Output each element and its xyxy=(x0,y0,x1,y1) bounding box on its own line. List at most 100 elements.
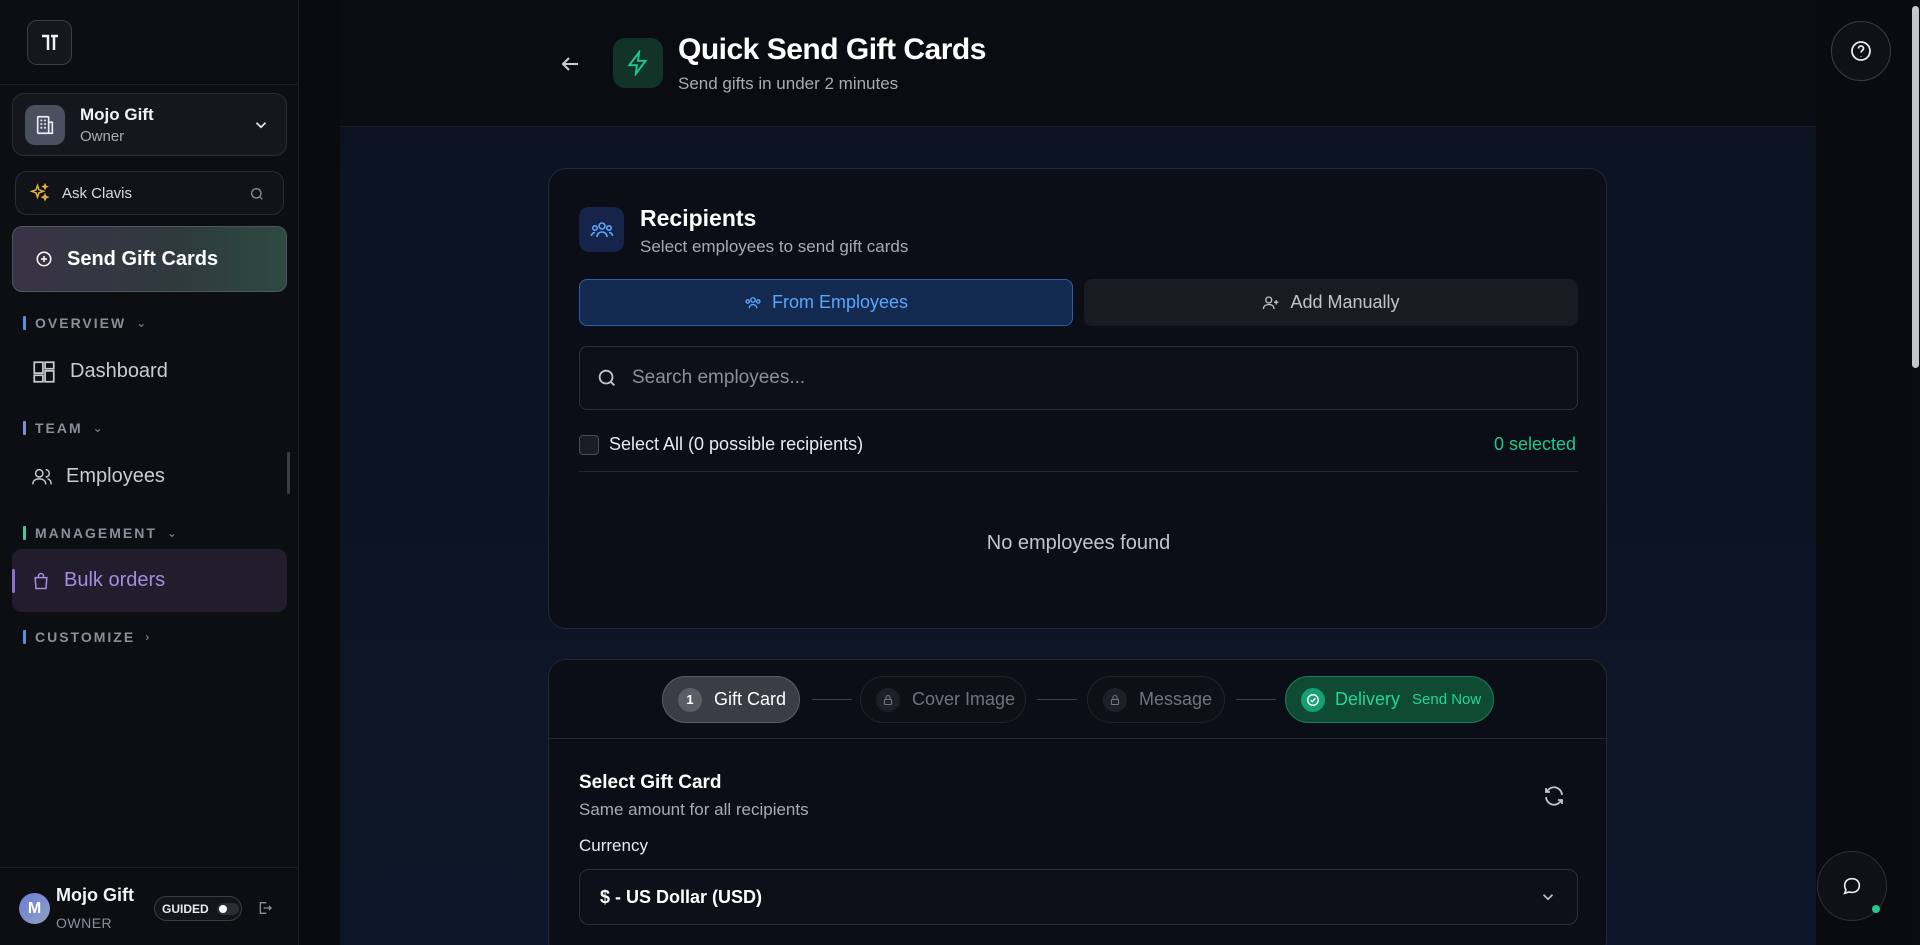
select-all-row[interactable]: Select All (0 possible recipients) xyxy=(579,434,863,455)
app-logo[interactable] xyxy=(27,20,72,65)
section-customize-label: CUSTOMIZE xyxy=(35,629,136,645)
logo-mark-icon xyxy=(41,34,58,50)
section-overview[interactable]: OVERVIEW ⌄ xyxy=(23,315,148,331)
sparkles-icon xyxy=(30,183,50,202)
empty-state-message: No employees found xyxy=(986,532,1171,554)
help-icon xyxy=(1851,41,1871,61)
recipients-title: Recipients xyxy=(640,205,757,231)
building-icon xyxy=(25,104,65,145)
org-role: Owner xyxy=(80,127,125,145)
plus-circle-icon xyxy=(36,251,52,267)
select-all-checkbox[interactable] xyxy=(579,434,599,455)
step-label: Delivery xyxy=(1335,689,1401,709)
section-bar xyxy=(23,630,26,644)
step-number: 1 xyxy=(678,687,702,712)
users-icon xyxy=(745,296,761,308)
page-subtitle: Send gifts in under 2 minutes xyxy=(678,74,899,93)
chevron-down-icon: ⌄ xyxy=(92,421,105,435)
divider xyxy=(549,738,1608,739)
tab-label: Add Manually xyxy=(1290,292,1400,312)
logout-icon[interactable] xyxy=(257,900,273,916)
org-switcher[interactable]: Mojo Gift Owner xyxy=(12,93,287,156)
step-label: Cover Image xyxy=(912,689,1016,709)
select-all-label: Select All (0 possible recipients) xyxy=(609,434,864,454)
dashboard-icon xyxy=(33,360,55,383)
chat-bubble-icon xyxy=(1843,877,1861,895)
guided-label: GUIDED xyxy=(162,901,209,916)
step-connector xyxy=(1236,699,1276,700)
step-delivery[interactable]: Delivery Send Now xyxy=(1285,676,1494,723)
tab-from-employees[interactable]: From Employees xyxy=(579,279,1073,326)
sidebar: Mojo Gift Owner Ask Clavis Send Gift Car… xyxy=(0,0,299,945)
section-overview-label: OVERVIEW xyxy=(35,315,127,331)
sidebar-item-bulk-orders[interactable]: Bulk orders xyxy=(12,549,287,612)
gift-card-step-card: 1 Gift Card Cover Image Message Delivery… xyxy=(548,659,1608,945)
selected-count: 0 selected xyxy=(1493,434,1576,454)
step-cover-image[interactable]: Cover Image xyxy=(860,676,1026,723)
step-label: Message xyxy=(1139,689,1213,709)
step-label: Gift Card xyxy=(714,689,787,709)
users-icon xyxy=(32,468,52,484)
section-bar xyxy=(23,316,26,330)
sidebar-item-employees[interactable]: Employees xyxy=(12,445,287,508)
stepper: 1 Gift Card Cover Image Message Delivery… xyxy=(549,676,1608,724)
tab-label: From Employees xyxy=(771,292,909,312)
avatar[interactable]: M xyxy=(19,893,50,924)
refresh-icon[interactable] xyxy=(1542,784,1566,808)
send-gift-cards-button[interactable]: Send Gift Cards xyxy=(12,226,287,292)
section-management[interactable]: MANAGEMENT ⌄ xyxy=(23,525,179,541)
sidebar-item-label: Employees xyxy=(66,465,165,487)
chevron-down-icon xyxy=(1542,894,1554,901)
section-team-label: TEAM xyxy=(35,420,83,436)
user-plus-icon xyxy=(1263,295,1279,309)
chevron-right-icon: › xyxy=(145,630,152,644)
help-button[interactable] xyxy=(1831,21,1891,81)
lightning-icon xyxy=(613,38,663,88)
section-bar xyxy=(23,421,26,435)
sidebar-item-dashboard[interactable]: Dashboard xyxy=(12,340,287,403)
divider xyxy=(579,471,1578,472)
scrollbar-thumb[interactable] xyxy=(1912,6,1919,368)
page-header: Quick Send Gift Cards Send gifts in unde… xyxy=(340,0,1816,127)
back-arrow-icon[interactable] xyxy=(558,52,582,76)
search-icon xyxy=(250,188,263,200)
search-input[interactable] xyxy=(632,367,1552,389)
org-name: Mojo Gift xyxy=(80,104,154,124)
section-title: Select Gift Card xyxy=(579,772,722,793)
step-gift-card[interactable]: 1 Gift Card xyxy=(662,676,800,723)
step-connector xyxy=(812,699,852,700)
chevron-down-icon: ⌄ xyxy=(136,316,149,330)
section-team[interactable]: TEAM ⌄ xyxy=(23,420,105,436)
check-circle-icon xyxy=(1301,687,1325,712)
recipients-card: Recipients Select employees to send gift… xyxy=(548,168,1607,629)
toggle-switch[interactable] xyxy=(216,902,239,915)
employee-search[interactable] xyxy=(579,346,1578,410)
currency-value: $ - US Dollar (USD) xyxy=(600,886,763,907)
section-customize[interactable]: CUSTOMIZE › xyxy=(23,629,151,645)
tab-add-manually[interactable]: Add Manually xyxy=(1084,279,1578,326)
step-connector xyxy=(1037,699,1077,700)
send-gift-cards-label: Send Gift Cards xyxy=(67,247,219,270)
step-message[interactable]: Message xyxy=(1087,676,1225,723)
search-icon xyxy=(598,369,615,386)
sidebar-item-label: Dashboard xyxy=(70,360,168,382)
sidebar-item-label: Bulk orders xyxy=(64,569,166,591)
section-bar xyxy=(23,526,26,540)
shopping-bag-icon xyxy=(34,572,48,589)
guided-toggle[interactable]: GUIDED xyxy=(154,896,242,921)
sidebar-scrollbar[interactable] xyxy=(287,452,290,494)
ask-clavis-label: Ask Clavis xyxy=(62,184,133,202)
lock-icon xyxy=(1103,687,1127,712)
step-sublabel: Send Now xyxy=(1412,691,1482,708)
chevron-down-icon xyxy=(255,122,267,129)
currency-select[interactable]: $ - US Dollar (USD) xyxy=(579,869,1578,925)
recipients-subtitle: Select employees to send gift cards xyxy=(640,237,909,256)
sidebar-divider xyxy=(0,84,299,85)
user-name: Mojo Gift xyxy=(56,885,134,905)
page-title: Quick Send Gift Cards xyxy=(678,33,986,66)
user-footer: M Mojo Gift OWNER GUIDED xyxy=(0,867,299,945)
lock-icon xyxy=(876,687,900,712)
online-status-dot xyxy=(1872,905,1880,913)
chevron-down-icon: ⌄ xyxy=(166,526,179,540)
ask-clavis-button[interactable]: Ask Clavis xyxy=(15,171,284,215)
